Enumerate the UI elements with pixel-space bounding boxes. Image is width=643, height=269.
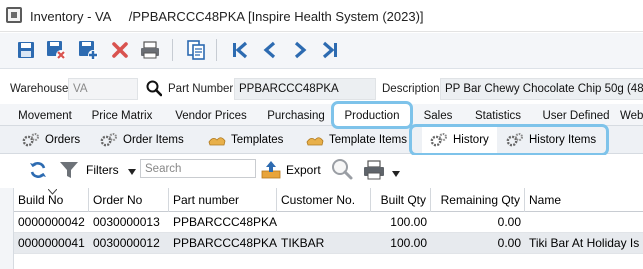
- tab-price-matrix[interactable]: Price Matrix: [84, 104, 160, 126]
- tab-statistics[interactable]: Statistics: [468, 104, 528, 126]
- tab-purchasing[interactable]: Purchasing: [262, 104, 330, 126]
- cell-order-no: 0030000013: [93, 215, 160, 229]
- filter-icon[interactable]: [58, 159, 80, 184]
- cell-built-qty: 100.00: [390, 236, 427, 250]
- subtab-orders[interactable]: Orders: [22, 128, 80, 152]
- tab-movement[interactable]: Movement: [10, 104, 80, 126]
- export-button[interactable]: Export: [286, 163, 321, 177]
- filter-dropdown-icon[interactable]: [128, 164, 136, 178]
- description-label: Description: [382, 83, 440, 95]
- save-icon[interactable]: [14, 37, 38, 63]
- subtab-templates[interactable]: Templates: [208, 128, 283, 152]
- filters-button[interactable]: Filters: [86, 163, 119, 177]
- subtab-templates-label: Templates: [231, 134, 284, 146]
- subtab-order-items[interactable]: Order Items: [100, 128, 184, 152]
- grid-row-indicator: [0, 188, 14, 269]
- cell-name: Tiki Bar At Holiday Is: [529, 236, 640, 250]
- window-title: Inventory - VA /PPBARCCC48PKA [Inspire H…: [30, 9, 424, 24]
- cell-remaining-qty: 0.00: [497, 236, 521, 250]
- subtab-history-items[interactable]: History Items: [506, 128, 596, 152]
- main-toolbar: [0, 33, 643, 69]
- warehouse-label: Warehouse: [10, 83, 69, 95]
- warehouse-field[interactable]: VA: [68, 78, 138, 100]
- cell-remaining-qty: 0.00: [497, 215, 521, 229]
- title-bar: Inventory - VA /PPBARCCC48PKA [Inspire H…: [0, 0, 643, 32]
- gears-icon: [100, 132, 118, 148]
- table-row[interactable]: 0000000042 0030000013 PPBARCCC48PKA 100.…: [14, 212, 643, 233]
- print-list-icon[interactable]: [362, 159, 386, 184]
- production-subtab-strip: Orders Order Items Templates Template It…: [0, 126, 643, 154]
- part-number-label: Part Number: [168, 83, 234, 95]
- refresh-icon[interactable]: [28, 160, 48, 183]
- app-window-icon: [6, 7, 22, 23]
- sort-descending-icon: [47, 188, 58, 203]
- main-tab-strip: Movement Price Matrix Vendor Prices Purc…: [0, 104, 643, 126]
- column-header-order-no[interactable]: Order No: [89, 188, 169, 212]
- table-row[interactable]: 0000000041 0030000012 PPBARCCC48PKA TIKB…: [14, 233, 643, 254]
- cell-built-qty: 100.00: [390, 215, 427, 229]
- cell-name: [525, 212, 643, 233]
- delete-icon[interactable]: [108, 37, 132, 63]
- tab-web[interactable]: Web: [620, 104, 643, 126]
- template-icon: [208, 133, 226, 147]
- export-icon[interactable]: [260, 159, 282, 184]
- subtab-template-items[interactable]: Template Items: [306, 128, 407, 152]
- cell-part-number: PPBARCCC48PKA: [173, 236, 277, 250]
- tab-user-defined[interactable]: User Defined: [538, 104, 614, 126]
- gears-icon: [22, 132, 40, 148]
- gears-icon: [430, 132, 448, 148]
- save-close-icon[interactable]: [44, 37, 68, 63]
- column-header-build-no[interactable]: Build No: [14, 188, 89, 212]
- cell-customer-no: TIKBAR: [281, 236, 325, 250]
- cell-customer-no: [277, 212, 371, 233]
- cell-build-no: 0000000042: [18, 215, 85, 229]
- subtab-history-label: History: [453, 134, 489, 146]
- part-search-icon[interactable]: [146, 80, 163, 100]
- part-number-field[interactable]: PPBARCCC48PKA: [234, 78, 376, 100]
- column-header-built-qty[interactable]: Built Qty: [371, 188, 431, 212]
- column-header-remaining-qty[interactable]: Remaining Qty: [431, 188, 525, 212]
- find-icon[interactable]: [330, 157, 354, 184]
- subtab-orders-label: Orders: [45, 134, 81, 146]
- template-icon: [306, 133, 324, 147]
- copy-icon[interactable]: [184, 37, 208, 63]
- grid-header: Build No Order No Part number Customer N…: [14, 188, 643, 212]
- first-record-icon[interactable]: [228, 37, 252, 63]
- next-record-icon[interactable]: [288, 37, 312, 63]
- last-record-icon[interactable]: [318, 37, 342, 63]
- list-toolbar: Filters Export: [0, 155, 643, 185]
- search-input[interactable]: [140, 159, 256, 178]
- cell-order-no: 0030000012: [93, 236, 160, 250]
- previous-record-icon[interactable]: [258, 37, 282, 63]
- gears-icon: [506, 132, 524, 148]
- column-header-part-number[interactable]: Part number: [169, 188, 277, 212]
- cell-build-no: 0000000041: [18, 236, 85, 250]
- column-header-name[interactable]: Name: [525, 188, 643, 212]
- save-new-icon[interactable]: [76, 37, 100, 63]
- tab-sales[interactable]: Sales: [416, 104, 460, 126]
- subtab-template-items-label: Template Items: [329, 134, 407, 146]
- tab-production[interactable]: Production: [334, 104, 410, 126]
- record-header: Warehouse VA Part Number PPBARCCC48PKA D…: [0, 72, 643, 104]
- tab-vendor-prices[interactable]: Vendor Prices: [166, 104, 256, 126]
- subtab-order-items-label: Order Items: [123, 134, 184, 146]
- subtab-history-items-label: History Items: [529, 134, 597, 146]
- cell-part-number: PPBARCCC48PKA: [173, 215, 277, 229]
- print-dropdown-icon[interactable]: [392, 166, 400, 180]
- subtab-history[interactable]: History: [422, 127, 497, 153]
- description-field[interactable]: PP Bar Chewy Chocolate Chip 50g (48 pa: [440, 78, 643, 100]
- print-icon[interactable]: [138, 37, 162, 63]
- column-header-customer-no[interactable]: Customer No.: [277, 188, 371, 212]
